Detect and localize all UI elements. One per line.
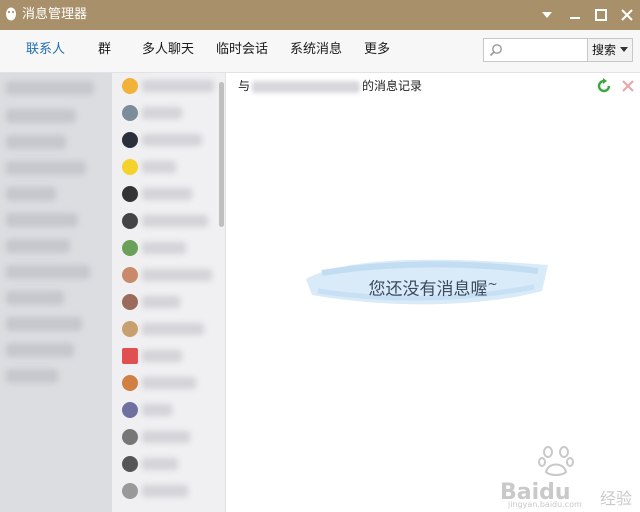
contact-name — [142, 296, 180, 308]
contact-name — [142, 161, 176, 173]
watermark: Baidu 经验 jingyan.baidu.com — [480, 440, 635, 509]
list-item[interactable] — [6, 239, 70, 253]
contact-name — [142, 269, 212, 281]
avatar — [122, 456, 138, 472]
chevron-down-icon — [620, 47, 628, 52]
list-item[interactable] — [6, 81, 94, 95]
search-button[interactable]: 搜索 — [587, 39, 632, 61]
list-item[interactable] — [112, 289, 225, 315]
list-item[interactable] — [6, 369, 58, 383]
list-item[interactable] — [6, 135, 66, 149]
contact-name — [142, 377, 196, 389]
qq-penguin-icon — [6, 7, 16, 21]
contact-list-scrollbar[interactable] — [219, 82, 224, 227]
list-item[interactable] — [112, 181, 225, 207]
list-item[interactable] — [112, 478, 225, 504]
contact-name — [252, 80, 361, 93]
list-item[interactable] — [112, 154, 225, 180]
list-item[interactable] — [112, 127, 225, 153]
empty-message-tilde: ~ — [487, 277, 498, 291]
contact-name — [142, 215, 208, 227]
contact-groups-panel — [0, 73, 112, 512]
contact-name — [142, 404, 172, 416]
avatar — [122, 483, 138, 499]
contact-name — [142, 80, 214, 92]
avatar — [122, 294, 138, 310]
avatar — [122, 186, 138, 202]
window-title: 消息管理器 — [22, 7, 88, 22]
contact-name — [142, 485, 188, 497]
dropdown-menu-icon[interactable] — [538, 6, 556, 24]
contact-name — [142, 323, 204, 335]
list-item[interactable] — [112, 235, 225, 261]
contact-name — [142, 188, 192, 200]
avatar — [122, 321, 138, 337]
avatar — [122, 348, 138, 364]
contact-name — [142, 458, 178, 470]
tab-more[interactable]: 更多 — [364, 42, 390, 58]
search-input[interactable] — [506, 41, 588, 61]
maximize-icon[interactable] — [592, 6, 610, 24]
watermark-suffix: 经验 — [600, 489, 633, 508]
delete-icon[interactable] — [620, 78, 636, 94]
avatar — [122, 105, 138, 121]
avatar — [122, 402, 138, 418]
list-item[interactable] — [112, 451, 225, 477]
minimize-icon[interactable] — [566, 6, 584, 24]
contact-name — [142, 350, 182, 362]
list-item[interactable] — [112, 100, 225, 126]
avatar — [122, 429, 138, 445]
contact-name — [142, 431, 190, 443]
list-item[interactable] — [112, 262, 225, 288]
tab-contacts[interactable]: 联系人 — [26, 42, 65, 58]
title-bar: 消息管理器 — [0, 0, 640, 30]
empty-message-text: 您还没有消息喔 — [368, 279, 488, 300]
contact-name — [142, 242, 186, 254]
header-prefix: 与 — [238, 79, 251, 93]
toolbar: 联系人 群 多人聊天 临时会话 系统消息 更多 搜索 — [0, 30, 640, 73]
contact-name — [142, 107, 182, 119]
close-window-icon[interactable] — [618, 6, 636, 24]
list-item[interactable] — [6, 109, 76, 123]
avatar — [122, 213, 138, 229]
avatar — [122, 375, 138, 391]
list-item[interactable] — [6, 265, 90, 279]
search-box: 搜索 — [483, 38, 633, 62]
paw-logo-icon — [538, 446, 574, 476]
list-item[interactable] — [112, 397, 225, 423]
list-item[interactable] — [6, 213, 78, 227]
refresh-icon[interactable] — [596, 78, 612, 94]
avatar — [122, 78, 138, 94]
list-item[interactable] — [112, 208, 225, 234]
header-suffix: 的消息记录 — [362, 79, 423, 93]
avatar — [122, 240, 138, 256]
avatar — [122, 267, 138, 283]
list-item[interactable] — [6, 187, 56, 201]
avatar — [122, 159, 138, 175]
tab-system-messages[interactable]: 系统消息 — [290, 42, 342, 58]
message-record-header: 与 的消息记录 — [238, 79, 422, 93]
empty-state-message: 您还没有消息喔~ — [226, 273, 640, 301]
contact-list — [112, 73, 226, 512]
tab-multi-chat[interactable]: 多人聊天 — [142, 42, 194, 58]
search-icon — [489, 44, 502, 57]
list-item[interactable] — [112, 424, 225, 450]
list-item[interactable] — [112, 370, 225, 396]
watermark-url: jingyan.baidu.com — [508, 500, 582, 509]
list-item[interactable] — [112, 73, 225, 99]
list-item[interactable] — [6, 291, 64, 305]
avatar — [122, 132, 138, 148]
list-item[interactable] — [6, 317, 82, 331]
list-item[interactable] — [112, 316, 225, 342]
search-button-label: 搜索 — [592, 43, 617, 57]
list-item[interactable] — [112, 343, 225, 369]
list-item[interactable] — [6, 343, 74, 357]
tab-groups[interactable]: 群 — [98, 42, 111, 58]
contact-name — [142, 134, 202, 146]
tab-temp-session[interactable]: 临时会话 — [216, 42, 268, 58]
list-item[interactable] — [6, 161, 86, 175]
